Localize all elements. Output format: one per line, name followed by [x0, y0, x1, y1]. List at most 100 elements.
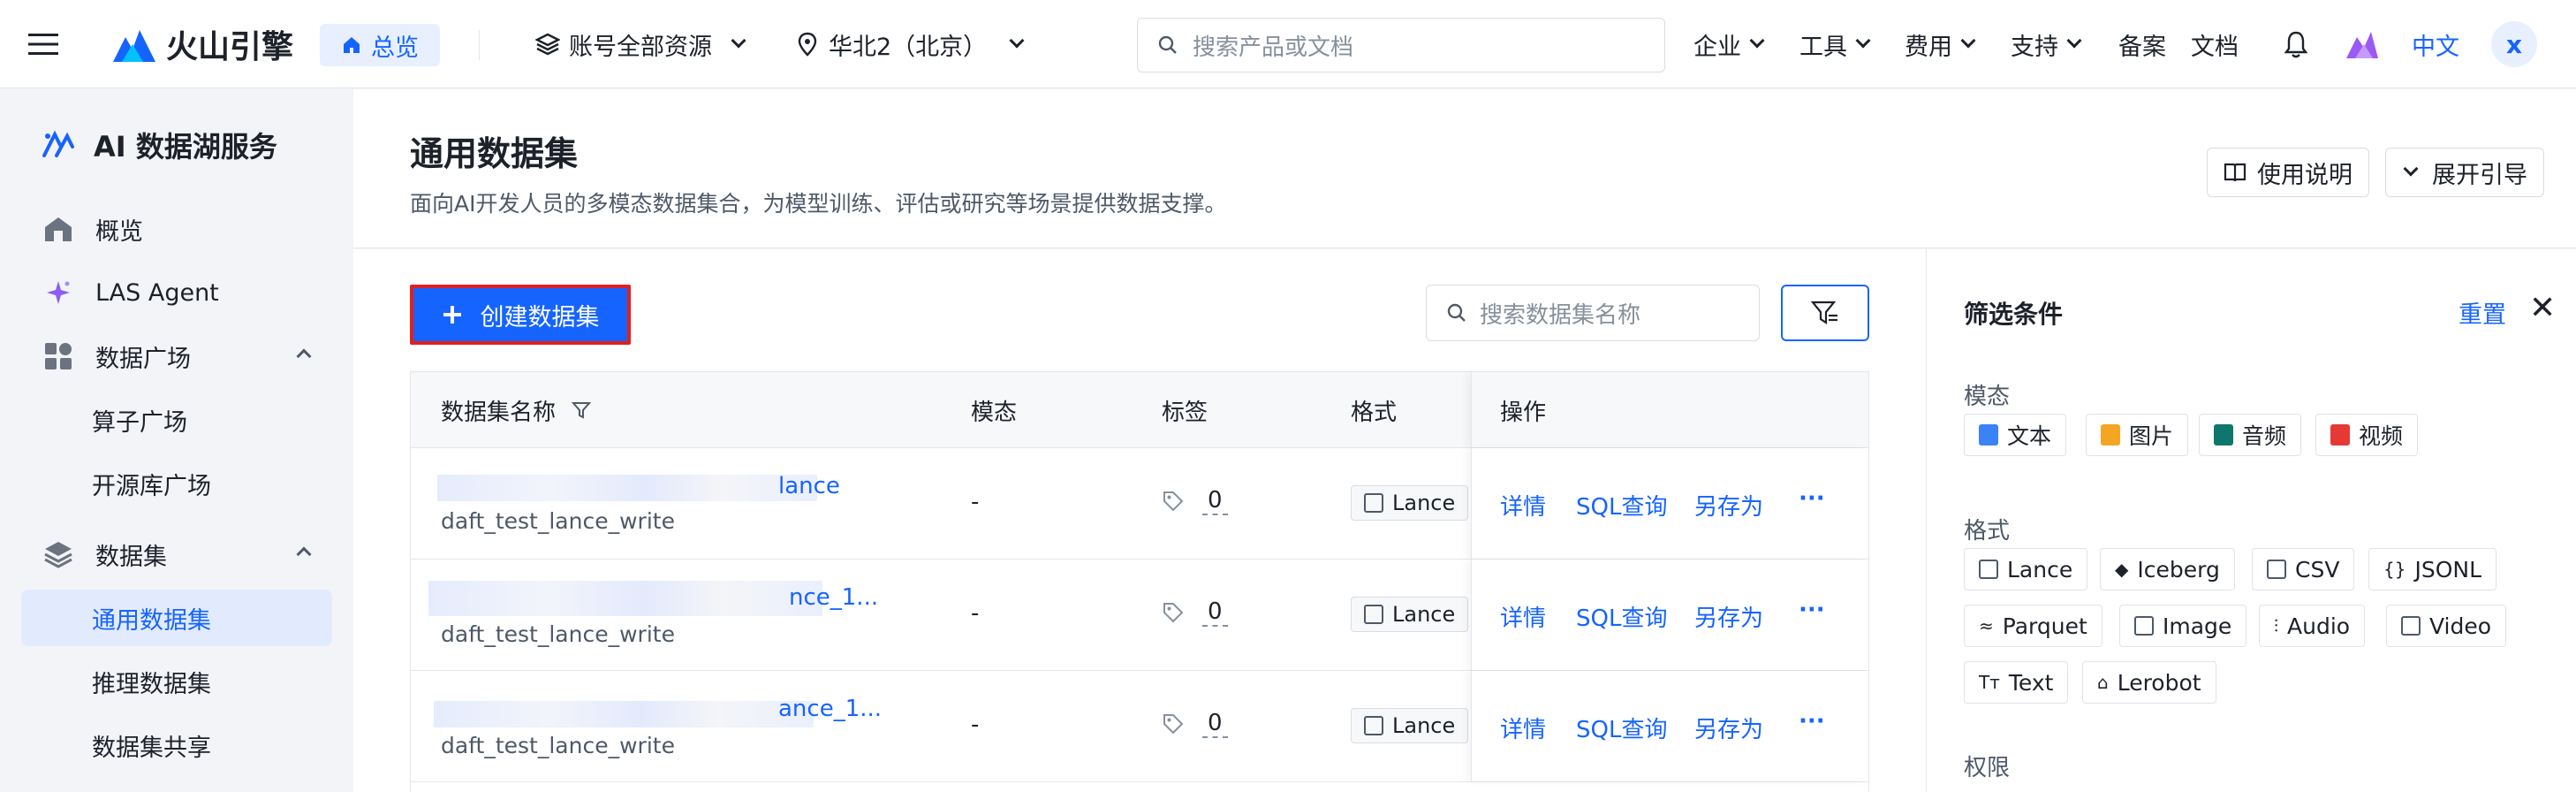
sidebar-item-label: 推理数据集: [92, 670, 211, 698]
tag-icon: [1163, 603, 1184, 623]
sidebar-item-data-plaza[interactable]: 数据广场: [21, 328, 332, 385]
filter-chip-iceberg[interactable]: ◆ Iceberg: [2100, 548, 2235, 590]
help-button[interactable]: 使用说明: [2207, 148, 2369, 197]
menu-tools[interactable]: 工具: [1799, 0, 1871, 88]
dataset-description: daft_test_lance_write: [441, 733, 675, 758]
filter-chip-text-format[interactable]: Tт Text: [1964, 661, 2069, 704]
dataset-name-link[interactable]: nce_1...: [789, 584, 878, 611]
plus-icon: [443, 306, 461, 324]
sql-query-link[interactable]: SQL查询: [1576, 489, 1667, 522]
sidebar-item-inference-datasets[interactable]: 推理数据集: [21, 653, 332, 710]
sidebar-title: AI 数据湖服务: [41, 125, 277, 165]
more-icon[interactable]: ···: [1799, 708, 1825, 735]
filter-chip-csv[interactable]: CSV: [2252, 548, 2355, 590]
dataset-table: 数据集名称 模态 标签 格式 操作 lance daft_test_lance_…: [410, 371, 1869, 792]
sidebar-item-label: LAS Agent: [95, 278, 219, 307]
dataset-search-input[interactable]: 搜索数据集名称: [1426, 285, 1760, 341]
tag-count[interactable]: 0: [1162, 710, 1228, 738]
filter-chip-text[interactable]: 文本: [1964, 414, 2067, 456]
tag-count[interactable]: 0: [1162, 487, 1228, 515]
chevron-down-icon: [2066, 33, 2082, 49]
format-badge: Lance: [1351, 485, 1469, 521]
brand-logo[interactable]: 火山引擎: [113, 0, 293, 88]
table-row[interactable]: nce_1... daft_test_lance_write - 0 Lance…: [411, 560, 1868, 671]
global-search-input[interactable]: 搜索产品或文档: [1137, 18, 1665, 72]
guide-button[interactable]: 展开引导: [2385, 148, 2544, 197]
service-logo-icon: [42, 130, 74, 157]
table-icon: [2267, 560, 2286, 579]
audio-file-icon: [2214, 424, 2233, 446]
filter-chip-video-format[interactable]: Video: [2386, 605, 2507, 647]
filter-chip-audio-format[interactable]: ⫶ Audio: [2259, 605, 2366, 647]
brand-name: 火山引擎: [166, 29, 294, 65]
filter-icon[interactable]: [572, 400, 592, 420]
sql-query-link[interactable]: SQL查询: [1576, 600, 1667, 633]
search-icon: [1158, 35, 1177, 54]
sidebar-item-dataset-sharing[interactable]: 数据集共享: [21, 717, 332, 773]
chevron-down-icon: [1960, 33, 1976, 49]
filter-chip-parquet[interactable]: ≈ Parquet: [1964, 605, 2102, 647]
home-icon: [344, 37, 360, 53]
chip-label: Text: [2008, 669, 2054, 696]
page-header: 通用数据集 面向AI开发人员的多模态数据集合，为模型训练、评估或研究等场景提供数…: [353, 89, 2576, 248]
table-row[interactable]: ance_1... daft_test_lance_write - 0 Lanc…: [411, 671, 1868, 782]
sidebar-item-datasets[interactable]: 数据集: [21, 526, 332, 583]
modality-value: -: [971, 712, 980, 738]
apps-icon: [42, 340, 74, 372]
dataset-name-link[interactable]: ance_1...: [778, 696, 882, 722]
table-row[interactable]: lance daft_test_lance_write - 0 Lance 详情…: [411, 448, 1868, 560]
location-pin-icon: [798, 32, 817, 57]
sidebar-item-operator-plaza[interactable]: 算子广场: [21, 392, 332, 448]
filter-chip-lance[interactable]: Lance: [1964, 548, 2088, 590]
sidebar-item-overview[interactable]: 概览: [21, 201, 332, 257]
menu-icon[interactable]: [28, 0, 58, 88]
filter-chip-image[interactable]: 图片: [2086, 414, 2189, 456]
menu-billing[interactable]: 费用: [1905, 0, 1976, 88]
menu-support[interactable]: 支持: [2011, 0, 2082, 88]
details-link[interactable]: 详情: [1500, 712, 1546, 744]
save-as-link[interactable]: 另存为: [1694, 600, 1763, 633]
more-icon[interactable]: ···: [1799, 597, 1825, 623]
filter-toggle-button[interactable]: [1781, 285, 1869, 341]
more-icon[interactable]: ···: [1799, 485, 1825, 512]
overview-button[interactable]: 总览: [320, 24, 440, 66]
menu-enterprise[interactable]: 企业: [1693, 0, 1765, 88]
close-icon[interactable]: ✕: [2529, 290, 2556, 326]
tag-count[interactable]: 0: [1162, 598, 1228, 627]
ai-assistant-icon[interactable]: [2345, 0, 2380, 88]
braces-icon: {}: [2383, 559, 2406, 580]
region-selector[interactable]: 华北2（北京）: [797, 0, 1025, 88]
details-link[interactable]: 详情: [1500, 489, 1546, 522]
global-search-placeholder: 搜索产品或文档: [1193, 34, 1354, 61]
building-icon: [42, 213, 74, 245]
sidebar-item-general-datasets[interactable]: 通用数据集: [21, 590, 332, 646]
create-dataset-button[interactable]: 创建数据集: [410, 285, 631, 345]
chip-label: Iceberg: [2137, 556, 2220, 583]
lance-format-icon: [1364, 716, 1383, 735]
chevron-up-icon[interactable]: [296, 348, 312, 364]
filter-reset-button[interactable]: 重置: [2459, 295, 2506, 330]
link-filing[interactable]: 备案: [2118, 0, 2166, 88]
account-selector[interactable]: 账号全部资源: [535, 0, 746, 88]
sidebar-item-opensource-plaza[interactable]: 开源库广场: [21, 455, 332, 512]
format-filter-label: 格式: [1964, 518, 2011, 544]
chip-label: 文本: [2007, 423, 2052, 449]
filter-chip-lerobot[interactable]: ⌂ Lerobot: [2082, 661, 2216, 704]
filter-chip-video[interactable]: 视频: [2315, 414, 2419, 456]
link-docs[interactable]: 文档: [2191, 0, 2239, 88]
chevron-up-icon[interactable]: [296, 546, 312, 562]
details-link[interactable]: 详情: [1500, 600, 1546, 633]
bell-icon[interactable]: [2283, 0, 2309, 88]
language-switch[interactable]: 中文: [2412, 0, 2459, 88]
dataset-name-link[interactable]: lance: [778, 473, 840, 499]
filter-chip-audio[interactable]: 音频: [2199, 414, 2302, 456]
avatar[interactable]: x: [2491, 21, 2537, 67]
sidebar-item-las-agent[interactable]: LAS Agent: [21, 264, 332, 321]
save-as-link[interactable]: 另存为: [1694, 489, 1763, 522]
save-as-link[interactable]: 另存为: [1694, 712, 1763, 744]
link-filing-label: 备案: [2118, 33, 2166, 61]
filter-chip-image-format[interactable]: Image: [2119, 605, 2247, 647]
sql-query-link[interactable]: SQL查询: [1576, 712, 1667, 744]
filter-chip-jsonl[interactable]: {} JSONL: [2368, 548, 2497, 590]
play-icon: [2401, 616, 2421, 636]
